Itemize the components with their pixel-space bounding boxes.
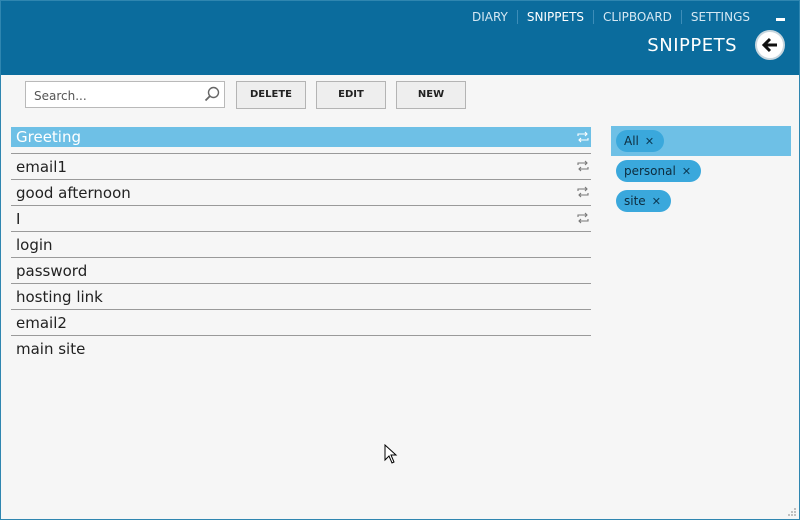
- top-nav: DIARY SNIPPETS CLIPBOARD SETTINGS: [463, 10, 759, 24]
- edit-button[interactable]: EDIT: [316, 81, 386, 109]
- header-bar: DIARY SNIPPETS CLIPBOARD SETTINGS SNIPPE…: [1, 1, 799, 75]
- nav-item-snippets[interactable]: SNIPPETS: [516, 10, 593, 24]
- tag-all[interactable]: All ✕: [616, 130, 665, 152]
- tag-personal[interactable]: personal ✕: [616, 160, 702, 182]
- back-arrow-icon: [761, 37, 777, 53]
- tag-site[interactable]: site ✕: [616, 190, 671, 212]
- minimize-icon[interactable]: [776, 11, 786, 23]
- sync-icon: [577, 212, 589, 224]
- remove-tag-icon[interactable]: ✕: [652, 195, 661, 208]
- search-box: [25, 81, 225, 108]
- search-icon[interactable]: [204, 86, 220, 106]
- delete-button[interactable]: DELETE: [236, 81, 306, 109]
- search-input[interactable]: [32, 86, 196, 106]
- snippet-item-greeting[interactable]: Greeting: [11, 127, 591, 147]
- mouse-cursor-icon: [384, 444, 398, 464]
- tag-label: personal: [624, 164, 676, 178]
- remove-tag-icon[interactable]: ✕: [645, 135, 654, 148]
- snippet-list: Greeting email1 good afternoon I login p…: [11, 127, 591, 361]
- resize-grip-icon[interactable]: [787, 507, 797, 517]
- sync-icon: [577, 160, 589, 172]
- snippet-item-email2[interactable]: email2: [11, 310, 591, 336]
- snippet-item-email1[interactable]: email1: [11, 154, 591, 180]
- snippet-item-login[interactable]: login: [11, 232, 591, 258]
- snippet-label: hosting link: [16, 288, 103, 306]
- nav-item-clipboard[interactable]: CLIPBOARD: [593, 10, 681, 24]
- snippet-label: email1: [16, 158, 67, 176]
- snippet-label: I: [16, 210, 21, 228]
- snippet-item-main-site[interactable]: main site: [11, 336, 591, 361]
- new-button[interactable]: NEW: [396, 81, 466, 109]
- tag-label: site: [624, 194, 646, 208]
- tag-label: All: [624, 134, 639, 148]
- snippet-item-good-afternoon[interactable]: good afternoon: [11, 180, 591, 206]
- sync-icon: [577, 186, 589, 198]
- nav-item-settings[interactable]: SETTINGS: [680, 10, 759, 24]
- snippet-item-hosting-link[interactable]: hosting link: [11, 284, 591, 310]
- sync-icon: [577, 131, 589, 143]
- page-title: SNIPPETS: [647, 35, 737, 56]
- snippet-item-i[interactable]: I: [11, 206, 591, 232]
- snippet-label: email2: [16, 314, 67, 332]
- snippet-label: login: [16, 236, 53, 254]
- back-button[interactable]: [755, 30, 785, 60]
- tag-row-selected: All ✕: [611, 126, 791, 156]
- remove-tag-icon[interactable]: ✕: [682, 165, 691, 178]
- snippet-label: good afternoon: [16, 184, 131, 202]
- tag-panel: All ✕ personal ✕ site ✕: [611, 126, 791, 212]
- snippet-label: password: [16, 262, 88, 280]
- snippet-label: main site: [16, 340, 86, 358]
- app-window: DIARY SNIPPETS CLIPBOARD SETTINGS SNIPPE…: [0, 0, 800, 520]
- snippet-label: Greeting: [16, 128, 81, 146]
- nav-item-diary[interactable]: DIARY: [463, 10, 517, 24]
- snippet-item-password[interactable]: password: [11, 258, 591, 284]
